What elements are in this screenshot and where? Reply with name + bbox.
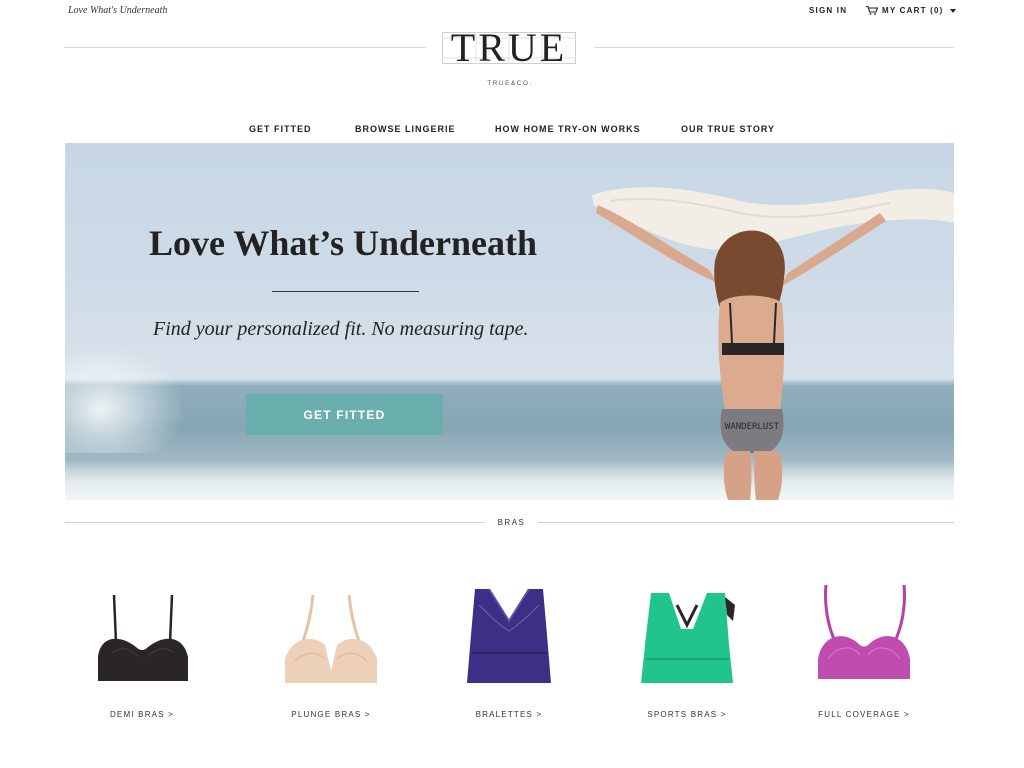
sign-in-link[interactable]: SIGN IN: [809, 6, 847, 15]
sports-bra-icon: [641, 593, 735, 683]
section-divider-right: [538, 522, 954, 523]
get-fitted-button[interactable]: GET FITTED: [246, 394, 443, 435]
hero-model-image: WANDERLUST: [592, 187, 954, 500]
logo-subtext: TRUE&CO.: [487, 80, 533, 87]
product-label[interactable]: DEMI BRAS >: [67, 710, 217, 719]
plunge-bra-icon: [285, 594, 377, 683]
logo-divider-right: [594, 47, 954, 48]
nav-item-how-home-try-on-works[interactable]: HOW HOME TRY-ON WORKS: [495, 124, 641, 134]
product-label[interactable]: FULL COVERAGE >: [789, 710, 939, 719]
chevron-down-icon: [949, 8, 956, 13]
nav-item-our-true-story[interactable]: OUR TRUE STORY: [681, 124, 775, 134]
product-demi-bras[interactable]: DEMI BRAS >: [67, 575, 217, 725]
demi-bra-icon: [98, 594, 188, 681]
hero-subtitle: Find your personalized fit. No measuring…: [153, 318, 529, 340]
section-title-bras: BRAS: [497, 518, 526, 527]
cart-button[interactable]: MY CART (0): [866, 6, 956, 15]
main-nav: GET FITTED BROWSE LINGERIE HOW HOME TRY-…: [0, 124, 1024, 136]
full-coverage-bra-icon: [818, 584, 910, 679]
logo-divider-left: [64, 47, 426, 48]
product-label[interactable]: SPORTS BRAS >: [612, 710, 762, 719]
bralette-icon: [467, 588, 551, 683]
logo-text: TRUE: [450, 25, 568, 70]
product-full-coverage[interactable]: FULL COVERAGE >: [789, 575, 939, 725]
undies-print: WANDERLUST: [725, 422, 780, 432]
hero-title: Love What’s Underneath: [149, 223, 538, 263]
section-divider-left: [65, 522, 485, 523]
hero-sea-spray: [65, 343, 185, 453]
product-label[interactable]: BRALETTES >: [434, 710, 584, 719]
cart-icon: [866, 6, 878, 15]
nav-item-browse-lingerie[interactable]: BROWSE LINGERIE: [355, 124, 456, 134]
hero-divider: [272, 291, 419, 292]
header-tagline: Love What's Underneath: [68, 5, 168, 16]
nav-item-get-fitted[interactable]: GET FITTED: [249, 124, 312, 134]
product-label[interactable]: PLUNGE BRAS >: [256, 710, 406, 719]
hero-banner: WANDERLUST Love What’s Underneath Find y…: [65, 143, 954, 500]
product-plunge-bras[interactable]: PLUNGE BRAS >: [256, 575, 406, 725]
product-bralettes[interactable]: BRALETTES >: [434, 575, 584, 725]
cart-label: MY CART (0): [882, 6, 944, 15]
brand-logo[interactable]: TRUE: [442, 28, 576, 68]
product-sports-bras[interactable]: SPORTS BRAS >: [612, 575, 762, 725]
